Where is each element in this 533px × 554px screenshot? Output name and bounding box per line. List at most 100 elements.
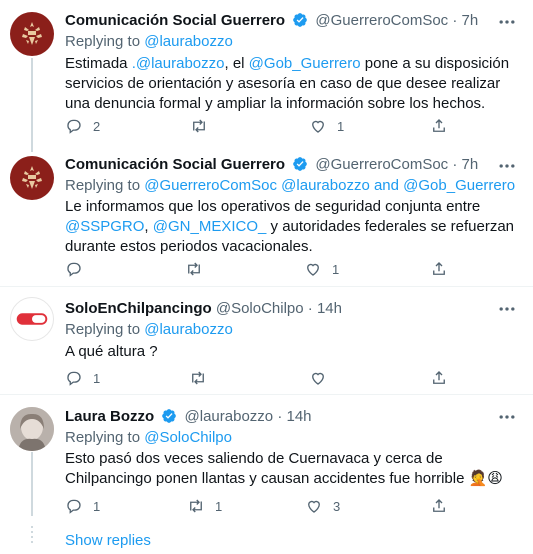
heart-icon bbox=[308, 500, 320, 513]
solo-chilpo-logo-icon bbox=[16, 313, 48, 325]
mention-link[interactable]: @GuerreroComSoc bbox=[144, 177, 277, 194]
retweet-button[interactable]: 1 bbox=[187, 496, 222, 516]
timestamp[interactable]: · 7h bbox=[452, 156, 478, 173]
text-segment: , el bbox=[224, 55, 249, 72]
heart-icon bbox=[307, 263, 319, 276]
author-handle[interactable]: @GuerreroComSoc bbox=[315, 156, 448, 173]
author-handle[interactable]: @SoloChilpo bbox=[216, 300, 304, 317]
avatar[interactable] bbox=[10, 12, 54, 56]
replying-to: Replying to @laurabozzo bbox=[65, 33, 233, 50]
guerrero-emblem-icon bbox=[22, 22, 42, 45]
author-name[interactable]: Laura Bozzo bbox=[65, 408, 154, 425]
tweet-text: A qué altura ? bbox=[65, 343, 158, 360]
author-name[interactable]: Comunicación Social Guerrero bbox=[65, 12, 285, 29]
reply-icon bbox=[67, 499, 81, 514]
author-handle[interactable]: @laurabozzo bbox=[185, 408, 274, 425]
more-options-icon[interactable] bbox=[497, 12, 517, 32]
share-button[interactable] bbox=[430, 116, 448, 136]
reply-icon bbox=[67, 262, 81, 277]
tweet[interactable]: Comunicación Social Guerrero @GuerreroCo… bbox=[0, 146, 533, 284]
avatar[interactable] bbox=[10, 407, 54, 451]
more-options-icon[interactable] bbox=[497, 299, 517, 319]
timestamp[interactable]: · 14h bbox=[308, 300, 342, 317]
tweet-actions: 1 bbox=[65, 368, 465, 388]
tweet-actions: 2 1 bbox=[65, 116, 465, 136]
retweet-button[interactable] bbox=[190, 116, 218, 136]
mention-link[interactable]: @laurabozzo bbox=[144, 321, 233, 338]
timestamp[interactable]: · 14h bbox=[277, 408, 311, 425]
reply-icon bbox=[67, 371, 81, 386]
tweet-actions: 1 bbox=[65, 259, 465, 279]
retweet-icon bbox=[193, 119, 205, 133]
like-button[interactable] bbox=[309, 368, 337, 388]
retweet-button[interactable] bbox=[185, 259, 213, 279]
show-replies-link[interactable]: Show replies bbox=[65, 532, 151, 549]
heart-icon bbox=[312, 120, 324, 133]
tweet[interactable]: Comunicación Social Guerrero @GuerreroCo… bbox=[0, 0, 533, 146]
mention-link[interactable]: @SoloChilpo bbox=[144, 429, 232, 446]
like-button[interactable]: 3 bbox=[305, 496, 340, 516]
replying-to-label: Replying to bbox=[65, 429, 141, 446]
reply-count: 1 bbox=[93, 370, 101, 386]
mention-link[interactable]: @Gob_Guerrero bbox=[249, 55, 361, 72]
reply-button[interactable]: 1 bbox=[65, 368, 100, 388]
guerrero-emblem-icon bbox=[22, 166, 42, 189]
retweet-button[interactable] bbox=[189, 368, 217, 388]
verified-badge-icon bbox=[162, 409, 177, 423]
more-options-icon[interactable] bbox=[497, 407, 517, 427]
share-button[interactable] bbox=[430, 259, 448, 279]
tweet-actions: 1 1 3 bbox=[65, 496, 465, 516]
retweet-icon bbox=[188, 262, 200, 276]
author-name[interactable]: Comunicación Social Guerrero bbox=[65, 156, 285, 173]
retweet-icon bbox=[192, 371, 204, 385]
like-count: 3 bbox=[333, 498, 341, 514]
avatar[interactable] bbox=[10, 156, 54, 200]
text-segment: Estimada bbox=[65, 55, 132, 72]
share-button[interactable] bbox=[430, 368, 448, 388]
like-button[interactable]: 1 bbox=[309, 116, 344, 136]
mention-conjunction: and bbox=[373, 177, 399, 194]
author-handle[interactable]: @GuerreroComSoc bbox=[315, 12, 448, 29]
text-segment: Le informamos que los operativos de segu… bbox=[65, 198, 481, 215]
retweet-icon bbox=[190, 499, 202, 513]
tweet-text: Esto pasó dos veces saliendo de Cuernava… bbox=[65, 450, 503, 487]
share-button[interactable] bbox=[430, 496, 448, 516]
mention-link[interactable]: @GN_MEXICO_ bbox=[153, 218, 267, 235]
verified-badge-icon bbox=[293, 13, 308, 27]
author-name[interactable]: SoloEnChilpancingo bbox=[65, 300, 212, 317]
more-options-icon[interactable] bbox=[497, 156, 517, 176]
mention-link[interactable]: .@laurabozzo bbox=[132, 55, 225, 72]
heart-icon bbox=[312, 372, 324, 385]
replying-to: Replying to @GuerreroComSoc @laurabozzo … bbox=[65, 177, 515, 194]
retweet-count: 1 bbox=[215, 498, 223, 514]
tweet[interactable]: Laura Bozzo @laurabozzo · 14h Replying t… bbox=[0, 395, 533, 525]
share-icon bbox=[433, 262, 445, 275]
mention-link[interactable]: @Gob_Guerrero bbox=[403, 177, 515, 194]
mention-link[interactable]: @laurabozzo bbox=[281, 177, 370, 194]
reply-button[interactable]: 1 bbox=[65, 496, 100, 516]
verified-badge-icon bbox=[293, 157, 308, 171]
share-icon bbox=[433, 371, 445, 384]
replying-to: Replying to @laurabozzo bbox=[65, 321, 233, 338]
replying-to: Replying to @SoloChilpo bbox=[65, 429, 232, 446]
tweet[interactable]: SoloEnChilpancingo @SoloChilpo · 14h Rep… bbox=[0, 287, 533, 393]
reply-count: 2 bbox=[93, 118, 101, 134]
reply-icon bbox=[67, 119, 81, 134]
timestamp[interactable]: · 7h bbox=[452, 12, 478, 29]
share-icon bbox=[433, 119, 445, 132]
like-count: 1 bbox=[332, 261, 340, 277]
tweet-text: Estimada .@laurabozzo, el @Gob_Guerrero … bbox=[65, 54, 515, 114]
like-button[interactable]: 1 bbox=[304, 259, 339, 279]
replying-to-label: Replying to bbox=[65, 33, 141, 50]
replying-to-label: Replying to bbox=[65, 177, 141, 194]
reply-button[interactable]: 2 bbox=[65, 116, 100, 136]
reply-count: 1 bbox=[93, 498, 101, 514]
reply-button[interactable] bbox=[65, 259, 93, 279]
avatar[interactable] bbox=[10, 297, 54, 341]
profile-photo-icon bbox=[10, 407, 54, 451]
mention-link[interactable]: @laurabozzo bbox=[144, 33, 233, 50]
text-segment: , bbox=[144, 218, 153, 235]
share-icon bbox=[433, 499, 445, 512]
tweet-text: Le informamos que los operativos de segu… bbox=[65, 197, 515, 257]
mention-link[interactable]: @SSPGRO bbox=[65, 218, 144, 235]
